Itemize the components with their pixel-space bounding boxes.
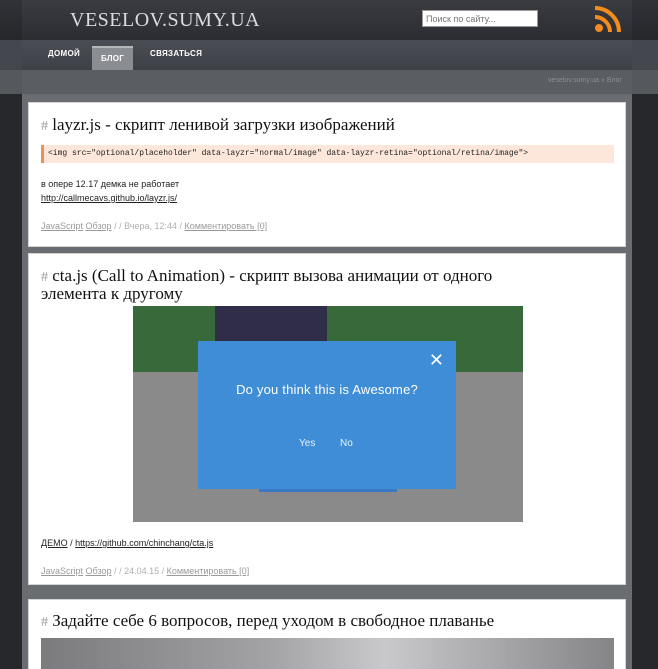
post-title-text-line2[interactable]: элемента к другому: [41, 284, 183, 303]
content-area: # layzr.js - скрипт ленивой загрузки изо…: [22, 94, 632, 669]
nav-item-contact[interactable]: СВЯЗАТЬСЯ: [150, 49, 202, 58]
breadcrumb[interactable]: veselov.sumy.ua » Блог: [548, 77, 622, 84]
hash-icon: #: [41, 119, 48, 134]
post-title-text[interactable]: layzr.js - скрипт ленивой загрузки изобр…: [52, 115, 395, 134]
modal-question: Do you think this is Awesome?: [236, 382, 418, 397]
hash-icon: #: [41, 615, 48, 630]
close-icon[interactable]: ✕: [429, 351, 444, 369]
breadcrumb-bar: veselov.sumy.ua » Блог: [0, 70, 658, 94]
post-meta: JavaScript Обзор / / Вчера, 12:44 / Комм…: [41, 221, 267, 231]
demo-modal: ✕ Do you think this is Awesome? Yes No: [198, 341, 456, 489]
post-link-wrap: http://callmecavs.github.io/layzr.js/: [41, 193, 177, 203]
blog-post: # cta.js (Call to Animation) - скрипт вы…: [28, 253, 626, 585]
post-image: [41, 638, 614, 669]
blog-post: # layzr.js - скрипт ленивой загрузки изо…: [28, 102, 626, 247]
nav-item-home[interactable]: ДОМОЙ: [48, 49, 80, 58]
demo-link[interactable]: ДЕМО: [41, 538, 68, 548]
comment-link[interactable]: Комментировать [0]: [167, 566, 250, 576]
main-nav: ДОМОЙ БЛОГ СВЯЗАТЬСЯ: [0, 40, 658, 70]
hash-icon: #: [41, 270, 48, 285]
code-block: <img src="optional/placeholder" data-lay…: [41, 145, 614, 163]
nav-inner: ДОМОЙ БЛОГ СВЯЗАТЬСЯ: [22, 40, 632, 70]
demo-animation: ✕ Do you think this is Awesome? Yes No: [133, 306, 523, 522]
yes-button[interactable]: Yes: [299, 438, 315, 449]
post-title-text[interactable]: Задайте себе 6 вопросов, перед уходом в …: [52, 611, 494, 630]
post-text: в опере 12.17 демка не работает: [41, 179, 180, 189]
no-button[interactable]: No: [340, 438, 353, 449]
github-link[interactable]: https://github.com/chinchang/cta.js: [75, 538, 213, 548]
search-input[interactable]: [422, 10, 538, 27]
page-background-right: [632, 0, 658, 669]
post-title[interactable]: # layzr.js - скрипт ленивой загрузки изо…: [41, 115, 395, 135]
page-background-left: [0, 0, 22, 669]
category-link[interactable]: Обзор: [86, 221, 112, 231]
link-separator: /: [70, 538, 73, 548]
tag-link[interactable]: JavaScript: [41, 566, 83, 576]
header-inner: VESELOV.SUMY.UA: [22, 0, 632, 40]
breadcrumb-bar-inner: veselov.sumy.ua » Блог: [22, 70, 632, 94]
site-logo[interactable]: VESELOV.SUMY.UA: [70, 9, 260, 32]
post-link[interactable]: http://callmecavs.github.io/layzr.js/: [41, 193, 177, 203]
blog-post: # Задайте себе 6 вопросов, перед уходом …: [28, 599, 626, 669]
comment-link[interactable]: Комментировать [0]: [185, 221, 268, 231]
category-link[interactable]: Обзор: [86, 566, 112, 576]
post-title[interactable]: # cta.js (Call to Animation) - скрипт вы…: [41, 266, 492, 303]
post-title-text[interactable]: cta.js (Call to Animation) - скрипт вызо…: [52, 266, 492, 285]
post-links: ДЕМО / https://github.com/chinchang/cta.…: [41, 538, 213, 548]
post-title[interactable]: # Задайте себе 6 вопросов, перед уходом …: [41, 611, 494, 631]
tag-link[interactable]: JavaScript: [41, 221, 83, 231]
post-date: / / 24.04.15 /: [114, 566, 165, 576]
post-meta: JavaScript Обзор / / 24.04.15 / Комменти…: [41, 566, 249, 576]
post-date: / / Вчера, 12:44 /: [114, 221, 182, 231]
nav-item-blog[interactable]: БЛОГ: [92, 46, 134, 70]
rss-icon[interactable]: [593, 4, 623, 34]
site-header: VESELOV.SUMY.UA: [0, 0, 658, 40]
